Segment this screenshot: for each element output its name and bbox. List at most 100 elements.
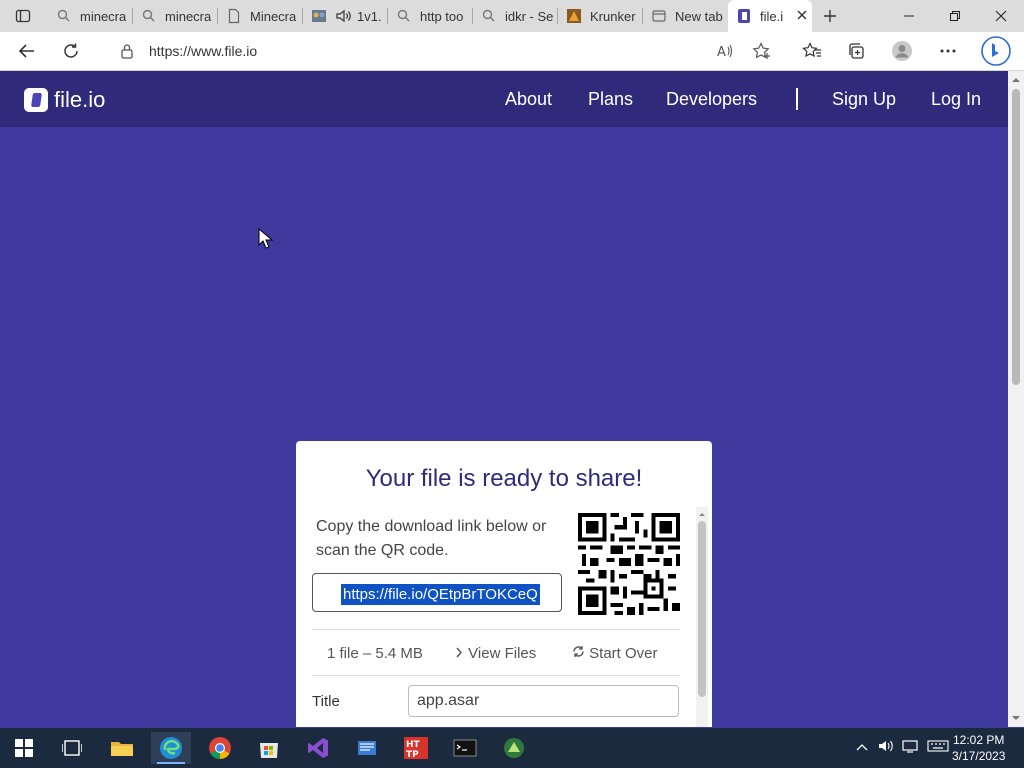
download-link-text[interactable]: https://file.io/QEtpBrTOKCeQ [341, 584, 540, 605]
card-scrollbar[interactable] [696, 507, 708, 727]
tab-title: minecra [165, 8, 212, 24]
site-header: file.io About Plans Developers Sign Up L… [0, 71, 1008, 127]
tab-3[interactable]: Minecra [218, 0, 303, 32]
download-link-box[interactable]: https://file.io/QEtpBrTOKCeQ [312, 573, 562, 612]
tab-title: idkr - Se [505, 8, 554, 24]
collections-icon[interactable] [841, 36, 871, 66]
share-card: Your file is ready to share! Copy the do… [296, 441, 712, 727]
start-over-button[interactable]: Start Over [572, 645, 658, 662]
keyboard-icon[interactable] [927, 740, 949, 755]
tab-actions-icon[interactable] [8, 1, 38, 31]
card-description: Copy the download link below or scan the… [316, 518, 547, 559]
game-app-icon[interactable] [494, 732, 534, 764]
title-label: Title [312, 693, 340, 710]
tab-title: file.i [760, 8, 784, 24]
windows-taskbar: HT TP 12:02 PM 3/17/2023 [0, 728, 1024, 768]
tab-8[interactable]: New tab [643, 0, 728, 32]
browser-tab-strip: minecra minecra Minecra 1v1. http too id… [0, 0, 1024, 32]
svg-text:TP: TP [406, 750, 419, 760]
webpage: file.io About Plans Developers Sign Up L… [0, 71, 1008, 727]
title-input[interactable] [408, 685, 679, 717]
file-explorer-icon[interactable] [102, 732, 142, 764]
volume-icon[interactable] [878, 739, 894, 756]
lock-icon[interactable] [120, 43, 134, 64]
nav-signup[interactable]: Sign Up [832, 89, 896, 110]
divider [312, 629, 680, 630]
tab-title: 1v1. [357, 8, 382, 24]
app-icon[interactable] [347, 732, 387, 764]
qr-code [578, 513, 680, 615]
refresh-button[interactable] [56, 36, 86, 66]
tab-title: New tab [675, 8, 723, 24]
site-logo[interactable]: file.io [24, 87, 105, 113]
page-scrollbar[interactable] [1008, 71, 1024, 727]
divider [312, 675, 680, 676]
tab-7[interactable]: Krunker [558, 0, 643, 32]
new-tab-button[interactable] [815, 1, 845, 31]
file-info: 1 file – 5.4 MB [327, 645, 423, 662]
chevron-right-icon [454, 645, 464, 662]
task-view-icon[interactable] [52, 732, 92, 764]
document-icon [226, 8, 242, 24]
krunker-favicon [566, 8, 582, 24]
refresh-icon [572, 645, 585, 662]
logo-text: file.io [54, 87, 106, 112]
read-aloud-icon[interactable]: A [716, 43, 734, 64]
clock-date: 3/17/2023 [952, 749, 1006, 763]
search-icon [56, 8, 72, 24]
svg-text:A: A [717, 45, 726, 59]
favorites-icon[interactable] [797, 36, 827, 66]
tab-title: minecra [80, 8, 127, 24]
profile-avatar[interactable] [887, 36, 917, 66]
edge-icon[interactable] [151, 732, 191, 764]
tab-2[interactable]: minecra [133, 0, 218, 32]
terminal-icon[interactable] [445, 732, 485, 764]
close-tab-icon[interactable] [796, 9, 808, 24]
nav-divider [796, 88, 798, 110]
speaker-icon[interactable] [335, 8, 351, 24]
more-menu-icon[interactable] [933, 36, 963, 66]
fileio-logo-icon [24, 88, 48, 112]
nav-developers[interactable]: Developers [666, 89, 757, 110]
restore-button[interactable] [932, 0, 978, 32]
address-bar[interactable]: https://www.file.io A [104, 35, 784, 67]
bing-chat-icon[interactable] [980, 35, 1012, 67]
visual-studio-icon[interactable] [298, 732, 338, 764]
network-icon[interactable] [902, 739, 920, 756]
search-icon [141, 8, 157, 24]
chrome-icon[interactable] [200, 732, 240, 764]
tab-1[interactable]: minecra [48, 0, 133, 32]
url-text: https://www.file.io [149, 43, 258, 59]
card-title: Your file is ready to share! [365, 465, 643, 492]
http-toolkit-icon[interactable]: HT TP [396, 732, 436, 764]
microsoft-store-icon[interactable] [249, 732, 289, 764]
show-hidden-icons-icon[interactable] [856, 740, 868, 754]
browser-toolbar: https://www.file.io A [0, 32, 1024, 71]
system-clock[interactable]: 12:02 PM 3/17/2023 [952, 732, 1005, 764]
view-files-label: View Files [468, 645, 537, 662]
tab-5[interactable]: http too [388, 0, 473, 32]
minimize-button[interactable] [886, 0, 932, 32]
search-icon [481, 8, 497, 24]
tab-title: Minecra [250, 8, 297, 24]
nav-about[interactable]: About [505, 89, 552, 110]
back-button[interactable] [12, 36, 42, 66]
add-favorite-icon[interactable] [752, 42, 772, 65]
view-files-button[interactable]: View Files [454, 645, 536, 662]
start-over-label: Start Over [589, 645, 658, 662]
start-button[interactable] [4, 732, 44, 764]
tab-active-fileio[interactable]: file.i [728, 0, 812, 32]
search-icon [396, 8, 412, 24]
close-window-button[interactable] [978, 0, 1024, 32]
svg-text:HT: HT [406, 740, 421, 750]
mouse-cursor [258, 228, 274, 249]
tab-4[interactable]: 1v1. [303, 0, 388, 32]
nav-login[interactable]: Log In [931, 89, 981, 110]
tab-title: http too [420, 8, 464, 24]
nav-plans[interactable]: Plans [588, 89, 633, 110]
tab-title: Krunker [590, 8, 636, 24]
game-favicon [311, 8, 327, 24]
tab-6[interactable]: idkr - Se [473, 0, 558, 32]
fileio-favicon [736, 8, 752, 24]
newtab-icon [651, 8, 667, 24]
